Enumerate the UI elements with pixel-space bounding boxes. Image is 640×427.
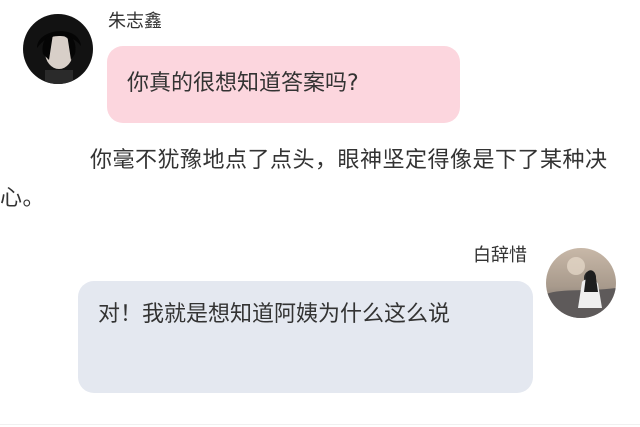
sender-avatar-right[interactable] [546,248,616,318]
avatar-photo-icon [23,14,93,84]
message-bubble-right[interactable]: 对！我就是想知道阿姨为什么这么说 [78,281,533,393]
sender-name-right: 白辞惜 [473,245,527,266]
avatar-photo-icon [546,248,616,318]
divider [0,424,640,425]
sender-avatar-left[interactable] [23,14,93,84]
message-bubble-left[interactable]: 你真的很想知道答案吗? [107,46,460,123]
sender-name-left: 朱志鑫 [108,11,162,32]
narration-text: 你毫不犹豫地点了点头，眼神坚定得像是下了某种决心。 [0,148,608,211]
